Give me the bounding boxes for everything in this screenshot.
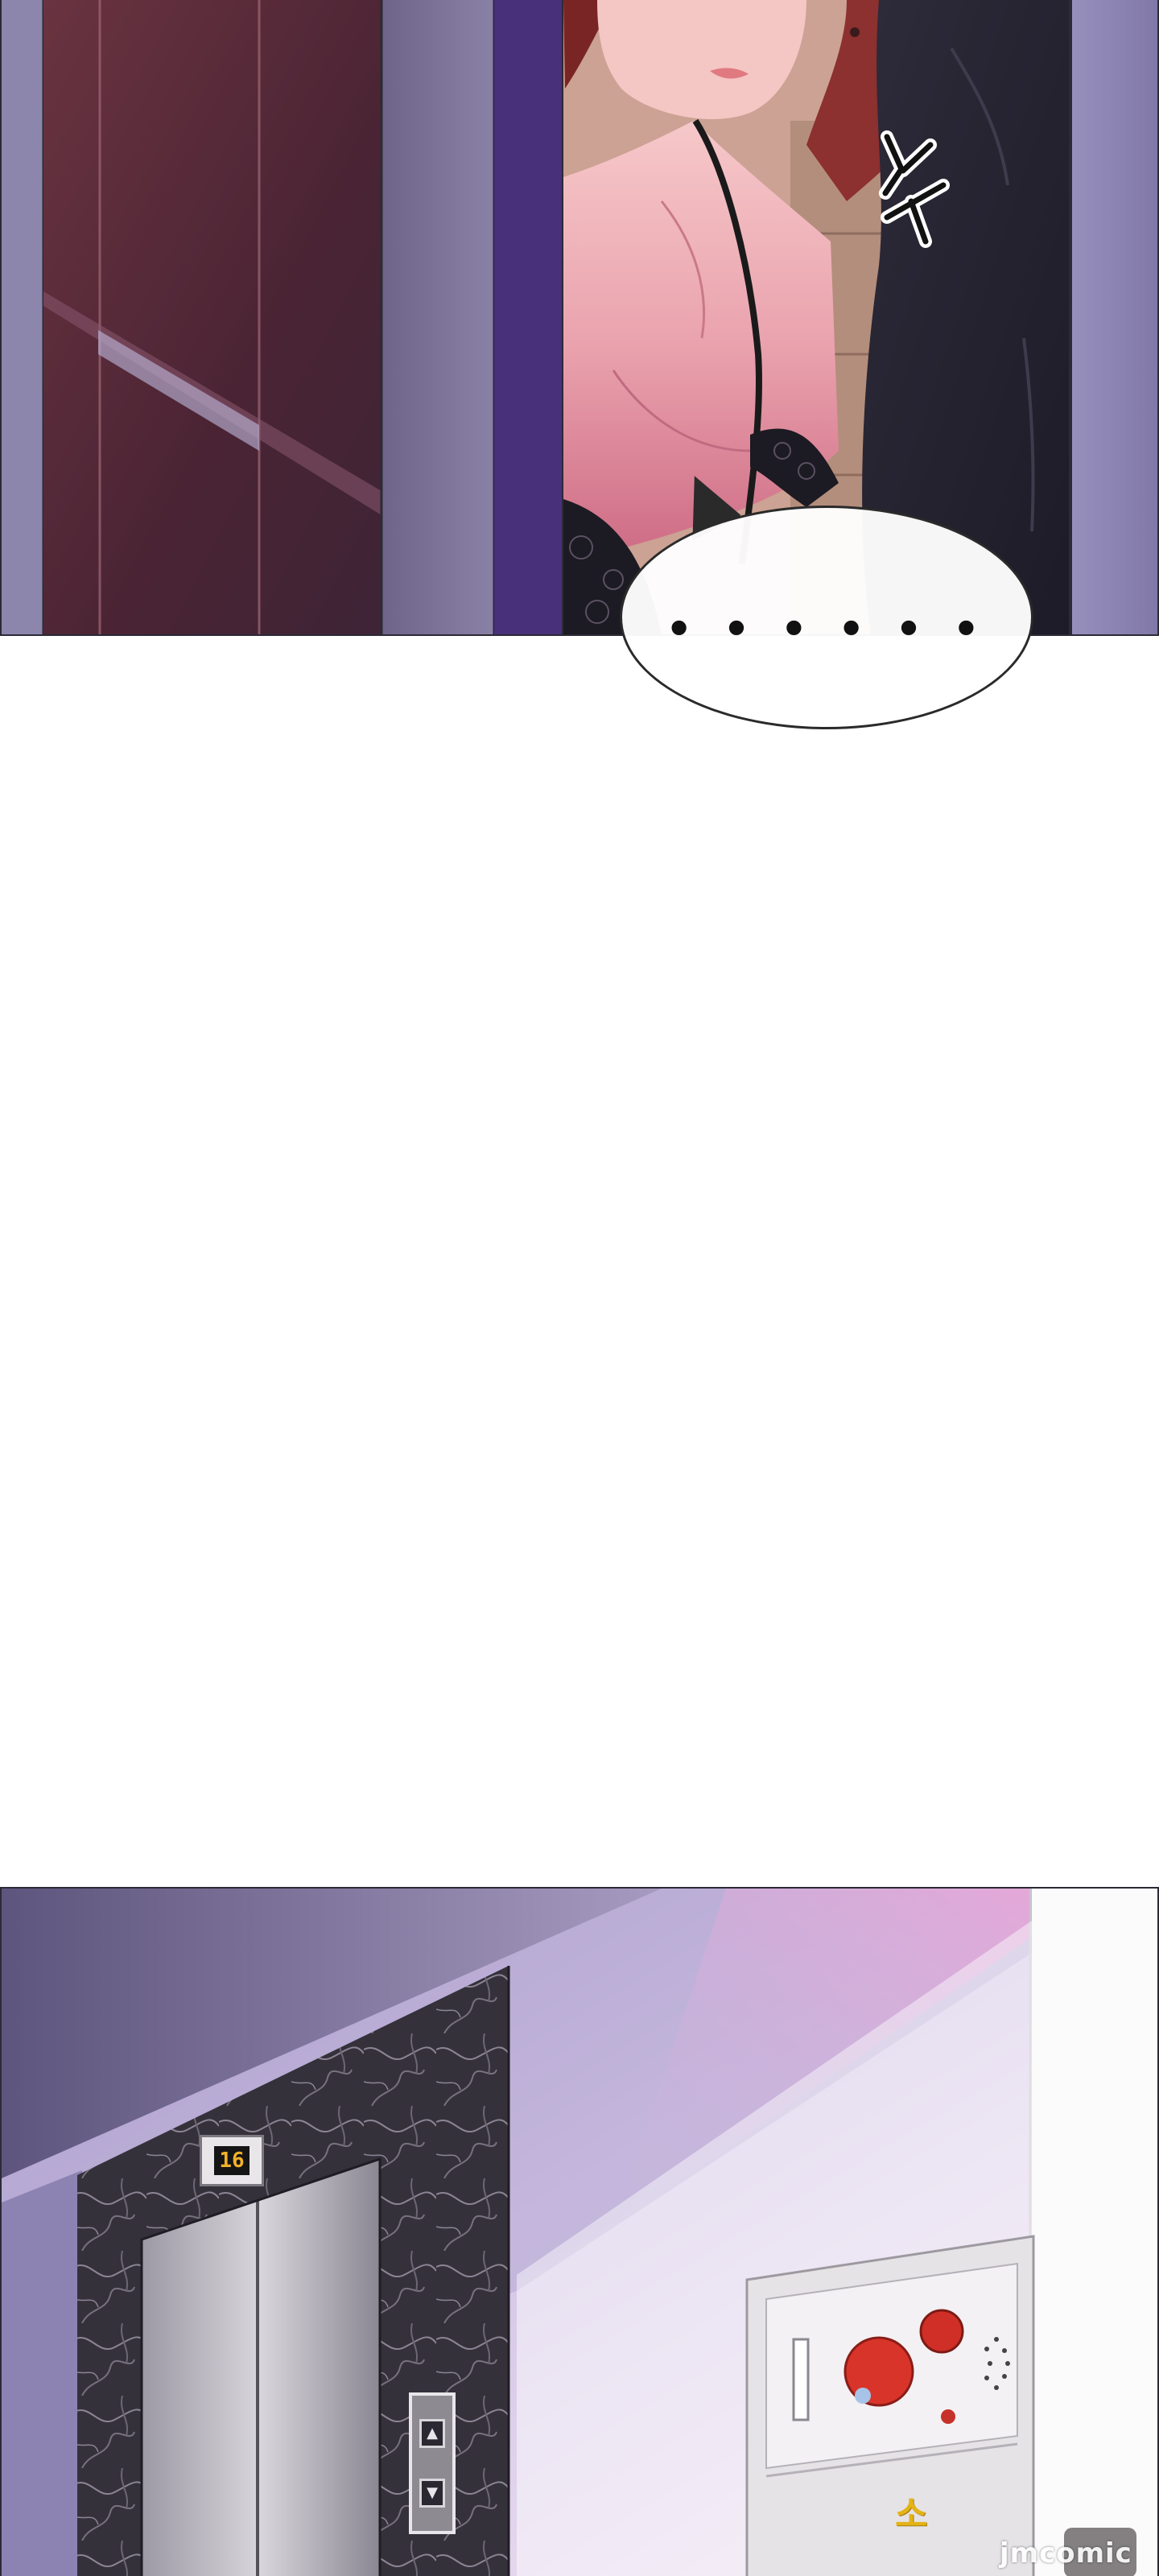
floor-number: 16 [214,2146,250,2175]
bottom-panel-art [2,1889,1157,2576]
elevator-call-panel: ▲ ▼ [409,2392,456,2534]
watermark: jmcomic [1000,2537,1132,2570]
call-up-button[interactable]: ▲ [419,2419,445,2448]
bottom-panel: 16 ▲ ▼ 소 [0,1887,1159,2576]
elevator-floor-display: 16 [200,2135,264,2186]
hydrant-cabinet-art [745,2235,1035,2576]
sound-effect-seuk: 스윽 [879,130,950,248]
top-panel-art [2,0,1157,634]
call-down-button[interactable]: ▼ [419,2479,445,2508]
speech-bubble: • • • • • • [620,506,1033,729]
hydrant-cabinet-label: 소 [895,2494,928,2535]
top-panel: 스윽 [0,0,1159,636]
speech-bubble-text: • • • • • • [666,605,988,654]
